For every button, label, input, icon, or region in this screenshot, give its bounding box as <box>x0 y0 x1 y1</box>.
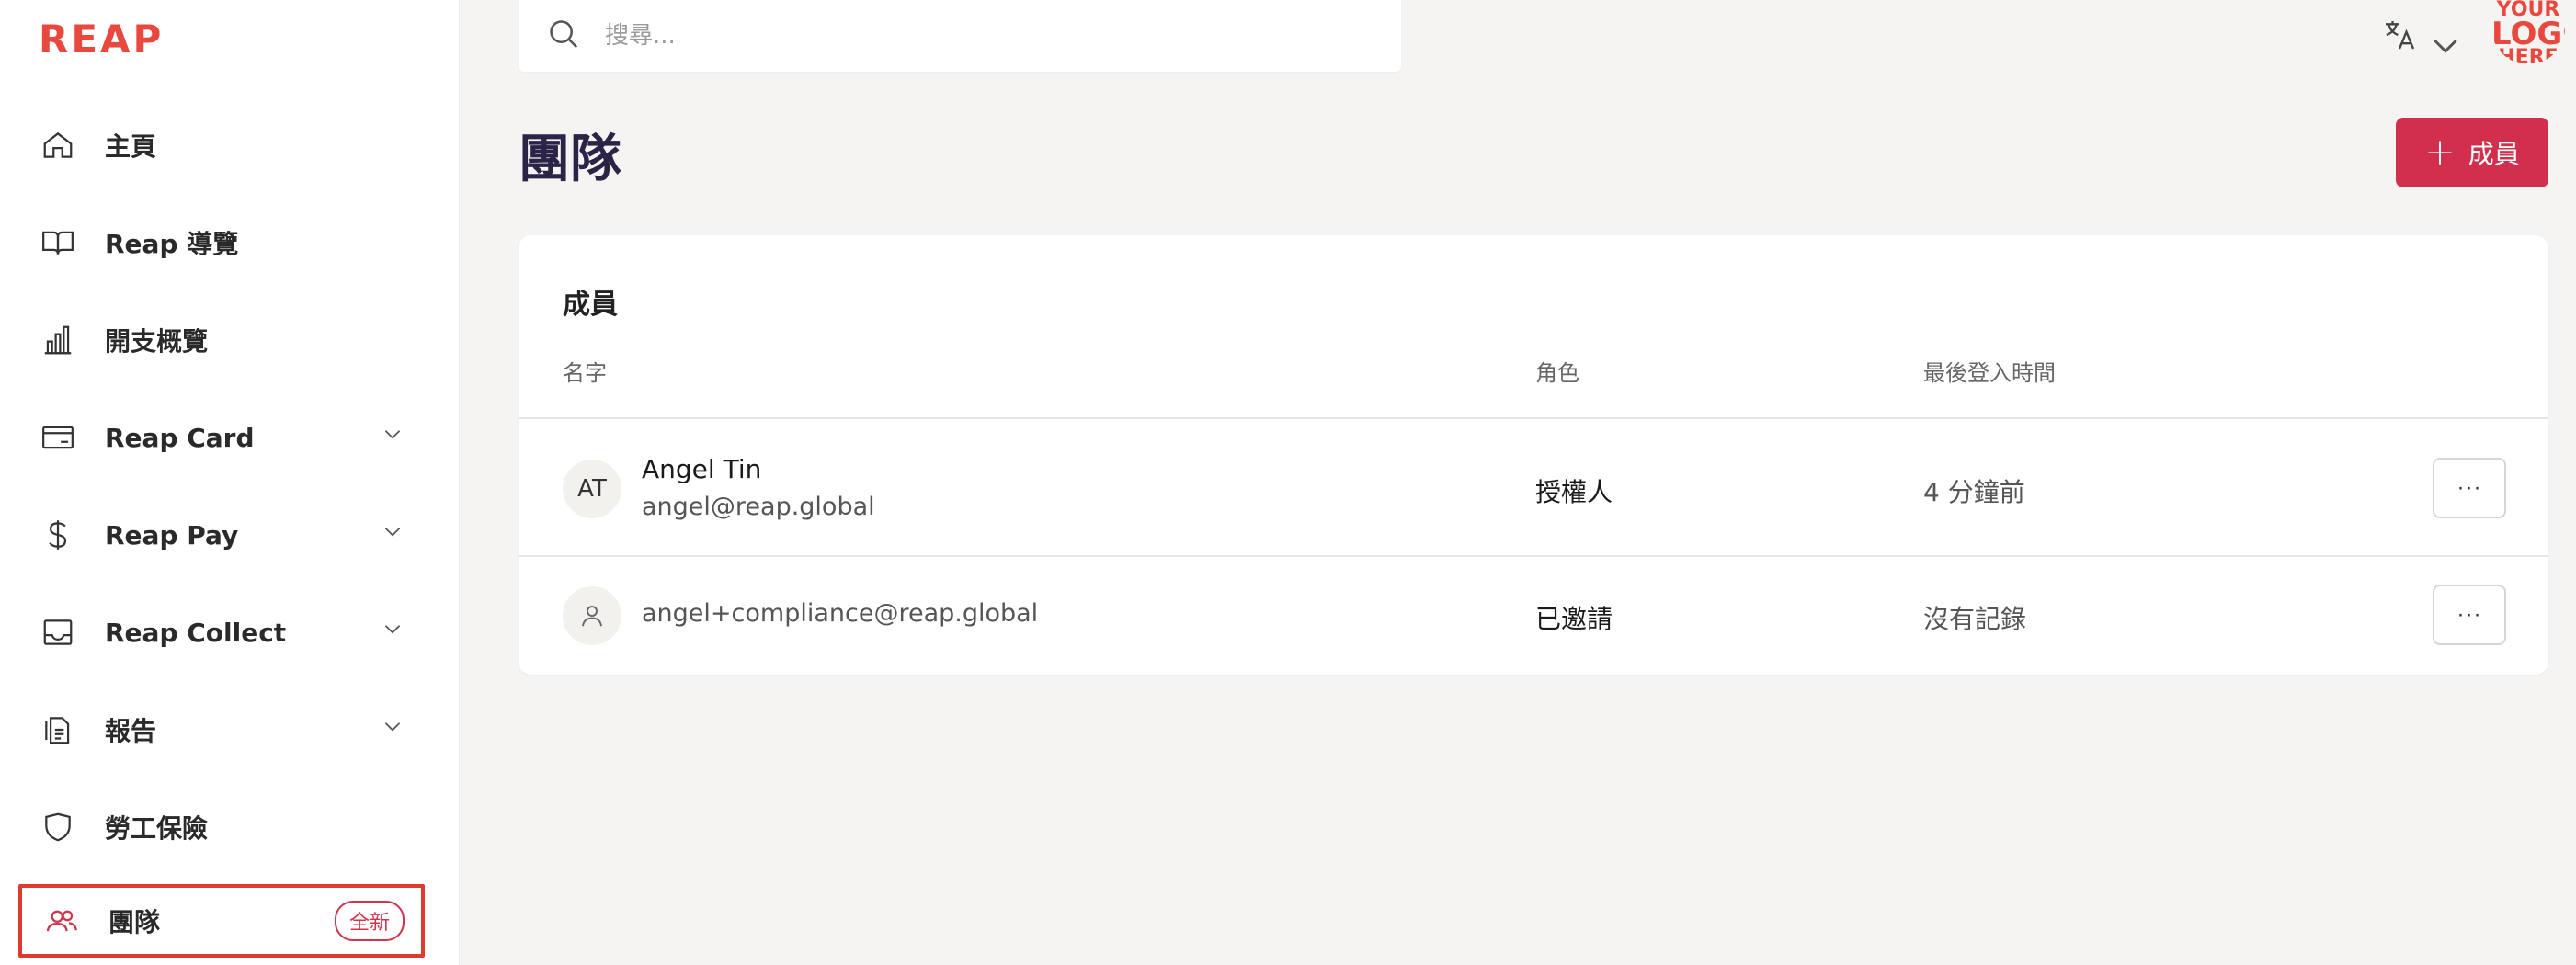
sidebar-item-label: Reap Card <box>105 422 255 453</box>
sidebar: REAP 主頁 Reap 導覽 開支概覽 Reap Card Reap Pay … <box>0 0 460 965</box>
home-icon <box>39 126 77 165</box>
logo-line-2: LOGO <box>2491 16 2565 52</box>
members-card: 成員 名字 角色 最後登入時間 AT Angel Tin angel@reap.… <box>519 235 2548 675</box>
sidebar-item-reap-guide[interactable]: Reap 導覽 <box>18 206 425 279</box>
add-member-label: 成員 <box>2468 139 2520 169</box>
new-badge: 全新 <box>334 901 405 941</box>
sidebar-item-label: Reap Collect <box>105 617 287 648</box>
member-email: angel+compliance@reap.global <box>642 599 1039 628</box>
sidebar-item-reports[interactable]: 報告 <box>18 693 425 766</box>
app-root: REAP 主頁 Reap 導覽 開支概覽 Reap Card Reap Pay … <box>0 0 2576 965</box>
language-switcher[interactable] <box>2381 17 2457 58</box>
sidebar-item-reap-card[interactable]: Reap Card <box>18 401 425 474</box>
search-bar[interactable] <box>519 0 1401 72</box>
sidebar-item-label: 開支概覽 <box>105 326 209 357</box>
chevron-down-icon[interactable] <box>381 422 405 450</box>
book-icon <box>39 223 77 262</box>
card-icon <box>39 418 77 457</box>
sidebar-item-label: 主頁 <box>105 131 157 162</box>
logo-line-3: HERE <box>2498 46 2559 65</box>
member-role: 已邀請 <box>1535 604 1613 634</box>
member-email: angel@reap.global <box>642 493 875 521</box>
sidebar-item-home[interactable]: 主頁 <box>18 108 425 182</box>
reap-logo[interactable]: REAP <box>39 17 164 62</box>
member-role: 授權人 <box>1535 477 1613 507</box>
column-header-last-login: 最後登入時間 <box>1923 360 2056 386</box>
search-icon <box>546 17 581 56</box>
user-icon <box>582 606 602 627</box>
company-logo-placeholder[interactable]: YOUR LOGO HERE <box>2491 0 2565 64</box>
member-last-login: 4 分鐘前 <box>1923 477 2025 507</box>
add-member-button[interactable]: + 成員 <box>2396 118 2548 187</box>
chevron-down-icon[interactable] <box>381 519 405 548</box>
sidebar-item-labor-insurance[interactable]: 勞工保險 <box>18 790 425 864</box>
sidebar-item-label: Reap Pay <box>105 519 239 551</box>
main-content: YOUR LOGO HERE 團隊 + 成員 成員 名字 角色 最後登入時間 A… <box>460 0 2576 965</box>
table-row: angel+compliance@reap.global 已邀請 沒有記錄 ··… <box>519 555 2548 675</box>
chevron-down-icon <box>2427 27 2457 53</box>
sidebar-item-label: 報告 <box>105 716 157 746</box>
sidebar-item-label: Reap 導覽 <box>105 229 239 259</box>
member-last-login: 沒有記錄 <box>1923 604 2027 634</box>
avatar: AT <box>563 460 621 518</box>
table-header: 成員 名字 角色 最後登入時間 <box>519 235 2548 419</box>
sidebar-item-spend-overview[interactable]: 開支概覽 <box>18 303 425 377</box>
avatar <box>563 586 621 645</box>
members-title: 成員 <box>563 289 618 321</box>
translate-icon <box>2381 17 2418 58</box>
shield-icon <box>39 808 77 846</box>
member-name: Angel Tin <box>642 454 762 484</box>
sidebar-item-label: 勞工保險 <box>105 813 209 844</box>
column-header-name: 名字 <box>563 360 607 386</box>
plus-icon: + <box>2424 131 2456 174</box>
chevron-down-icon[interactable] <box>381 617 405 645</box>
sidebar-item-reap-pay[interactable]: Reap Pay <box>18 498 425 572</box>
sidebar-item-reap-collect[interactable]: Reap Collect <box>18 596 425 669</box>
sidebar-item-team[interactable]: 團隊 全新 <box>18 884 425 958</box>
inbox-icon <box>39 613 77 652</box>
dollar-icon <box>39 516 77 554</box>
column-header-role: 角色 <box>1535 360 1579 386</box>
chevron-down-icon[interactable] <box>381 714 405 743</box>
search-input[interactable] <box>605 22 1340 50</box>
document-icon <box>39 710 77 749</box>
more-actions-button[interactable]: ··· <box>2433 458 2506 518</box>
table-row: AT Angel Tin angel@reap.global 授權人 4 分鐘前… <box>519 417 2548 555</box>
bar-chart-icon <box>39 321 77 359</box>
more-actions-button[interactable]: ··· <box>2433 585 2506 645</box>
sidebar-item-label: 團隊 <box>108 907 161 937</box>
users-icon <box>42 902 81 940</box>
page-title: 團隊 <box>519 130 621 189</box>
